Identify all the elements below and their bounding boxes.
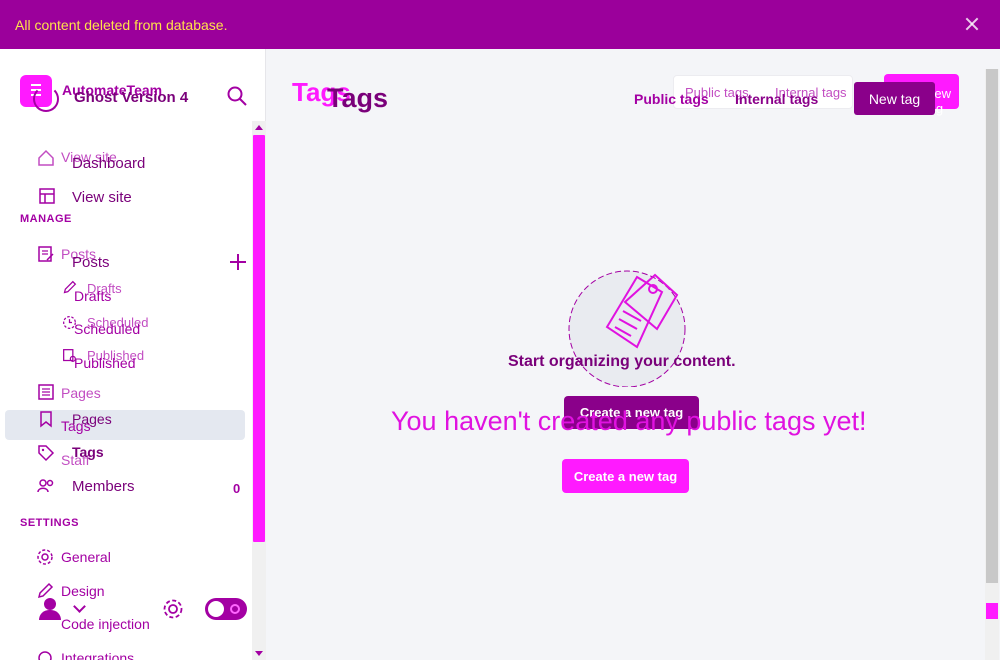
home-icon [38,149,54,166]
night-mode-toggle[interactable] [205,598,247,620]
tag-icon [38,445,55,462]
nav-tags[interactable]: Tags [72,444,104,460]
nav-integrations[interactable]: Integrations [61,650,134,660]
nav-ghost-pages: Pages [61,385,101,401]
scroll-up-icon[interactable] [255,125,263,130]
sidebar: AutomateTeam Ghost Version 4 View site D… [0,49,266,660]
page-title: Tags [327,83,389,113]
chevron-down-icon[interactable] [73,600,86,613]
members-icon [37,479,54,493]
sidebar-scrollbar[interactable] [252,121,266,660]
nav-code-injection[interactable]: Code injection [61,616,150,632]
section-manage: MANAGE [20,213,72,225]
toggle-knob [208,601,224,617]
avatar-body [39,610,61,620]
new-tag-button[interactable]: New tag [854,82,935,115]
search-icon[interactable] [226,85,248,107]
avatar-head [44,598,56,610]
sidebar-scroll-thumb[interactable] [253,135,265,542]
gear-icon [37,549,53,565]
section-settings: SETTINGS [20,517,80,529]
notification-banner: All content deleted from database. [0,0,1000,49]
layout-icon [39,188,55,204]
nav-view-site[interactable]: View site [72,189,132,206]
nav-general[interactable]: General [61,549,111,565]
nav-pages[interactable]: Pages [72,411,112,427]
close-icon[interactable] [962,14,982,34]
posts-icon [38,246,54,262]
nav-scheduled[interactable]: Scheduled [74,321,140,337]
nav-posts[interactable]: Posts [72,254,110,271]
tab-internal-tags[interactable]: Internal tags [735,91,818,107]
brand-version: Ghost Version 4 [74,89,189,106]
integrations-icon [38,651,52,660]
avatar[interactable] [38,598,61,620]
main-scroll-marker [986,603,998,619]
loading-ring-icon [33,86,59,112]
members-count: 0 [233,481,241,496]
bookmark-icon [40,411,52,428]
pages-icon [38,384,54,400]
main-scroll-thumb[interactable] [986,69,998,583]
notification-message: All content deleted from database. [15,16,228,33]
nav-published[interactable]: Published [74,355,136,371]
settings-gear-icon[interactable] [162,598,184,620]
tab-public-tags[interactable]: Public tags [634,91,709,107]
sun-icon [230,604,240,614]
nav-drafts[interactable]: Drafts [74,288,111,304]
scroll-down-icon[interactable] [255,651,263,656]
create-tag-button[interactable]: Create a new tag [562,459,689,493]
main-content: Tags Tags Public tags Internal tags Publ… [267,49,1000,660]
empty-state-message: You haven't created any public tags yet! [391,406,867,436]
empty-state-heading: Start organizing your content. [508,353,736,370]
nav-members[interactable]: Members [72,478,135,495]
nav-design[interactable]: Design [61,583,105,599]
add-post-icon[interactable] [229,253,247,271]
nav-dashboard[interactable]: Dashboard [72,155,145,172]
main-scrollbar[interactable] [985,69,999,660]
